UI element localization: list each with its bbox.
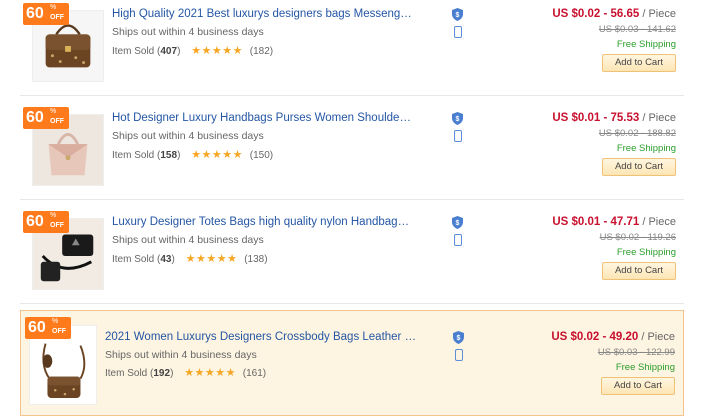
original-price: US $0.02 - 188.82 bbox=[598, 128, 676, 139]
svg-text:$: $ bbox=[456, 220, 460, 227]
sold-close: ) bbox=[177, 46, 181, 57]
sold-close: ) bbox=[177, 150, 181, 161]
add-to-cart-button[interactable]: Add to Cart bbox=[602, 262, 676, 280]
sold-count: 192 bbox=[153, 368, 171, 379]
original-price: US $0.03 - 141.62 bbox=[598, 24, 676, 35]
price-unit: / Piece bbox=[642, 216, 676, 228]
discount-off: OFF bbox=[50, 14, 64, 21]
sold-count: 43 bbox=[160, 254, 172, 265]
svg-text:$: $ bbox=[456, 116, 460, 123]
discount-badge: 60 % OFF bbox=[23, 3, 69, 25]
price-range: US $0.01 - 75.53 / Piece bbox=[552, 112, 676, 124]
original-price: US $0.03 - 122.99 bbox=[597, 347, 675, 358]
discount-percent: % bbox=[50, 108, 57, 115]
product-row-highlighted: 60 % OFF 2021 Women Luxurys Designers Cr… bbox=[20, 310, 684, 416]
svg-text:$: $ bbox=[457, 335, 461, 342]
sold-info: Item Sold (158) ★★★★★ (150) bbox=[112, 148, 273, 161]
price-range: US $0.02 - 56.65 / Piece bbox=[552, 8, 676, 20]
review-count[interactable]: (138) bbox=[244, 254, 267, 265]
price-amount: US $0.02 - 49.20 bbox=[551, 331, 639, 343]
feature-icons: $ bbox=[452, 112, 464, 142]
review-count[interactable]: (182) bbox=[250, 46, 273, 57]
shipping-info: Ships out within 4 business days bbox=[112, 26, 264, 38]
add-to-cart-button[interactable]: Add to Cart bbox=[602, 54, 676, 72]
shipping-info: Ships out within 4 business days bbox=[112, 234, 264, 246]
product-row: 60 % OFF Luxury Designer Totes Bags high… bbox=[20, 208, 684, 304]
rating-stars: ★★★★★ bbox=[191, 149, 243, 161]
sold-count: 407 bbox=[160, 46, 178, 57]
sold-label: Item Sold bbox=[112, 254, 155, 265]
add-to-cart-button[interactable]: Add to Cart bbox=[601, 377, 675, 395]
shield-icon[interactable]: $ bbox=[453, 331, 464, 344]
price-amount: US $0.01 - 75.53 bbox=[552, 112, 640, 124]
mobile-icon[interactable] bbox=[455, 349, 463, 361]
feature-icons: $ bbox=[452, 8, 464, 38]
mobile-icon[interactable] bbox=[454, 26, 462, 38]
shield-icon[interactable]: $ bbox=[452, 8, 463, 21]
price-unit: / Piece bbox=[642, 112, 676, 124]
free-shipping: Free Shipping bbox=[616, 143, 676, 154]
discount-number: 60 bbox=[28, 319, 46, 336]
product-title-link[interactable]: High Quality 2021 Best luxurys designers… bbox=[112, 8, 412, 20]
product-title-link[interactable]: Luxury Designer Totes Bags high quality … bbox=[112, 216, 412, 228]
discount-badge: 60 % OFF bbox=[23, 107, 69, 129]
svg-text:$: $ bbox=[456, 12, 460, 19]
rating-stars: ★★★★★ bbox=[191, 45, 243, 57]
sold-label: Item Sold bbox=[112, 150, 155, 161]
price-unit: / Piece bbox=[642, 8, 676, 20]
discount-off: OFF bbox=[50, 118, 64, 125]
rating-stars: ★★★★★ bbox=[184, 367, 236, 379]
product-title-link[interactable]: Hot Designer Luxury Handbags Purses Wome… bbox=[112, 112, 412, 124]
discount-badge: 60 % OFF bbox=[25, 317, 71, 339]
free-shipping: Free Shipping bbox=[616, 247, 676, 258]
sold-close: ) bbox=[171, 254, 175, 265]
free-shipping: Free Shipping bbox=[616, 39, 676, 50]
discount-percent: % bbox=[52, 318, 59, 325]
discount-percent: % bbox=[50, 212, 57, 219]
shipping-info: Ships out within 4 business days bbox=[105, 349, 257, 361]
product-title-link[interactable]: 2021 Women Luxurys Designers Crossbody B… bbox=[105, 331, 423, 343]
discount-off: OFF bbox=[50, 222, 64, 229]
original-price: US $0.02 - 119.26 bbox=[599, 232, 676, 243]
price-range: US $0.02 - 49.20 / Piece bbox=[551, 331, 675, 343]
sold-label: Item Sold bbox=[105, 368, 148, 379]
sold-info: Item Sold (192) ★★★★★ (161) bbox=[105, 366, 266, 379]
sold-count: 158 bbox=[160, 150, 178, 161]
review-count[interactable]: (161) bbox=[243, 368, 266, 379]
shield-icon[interactable]: $ bbox=[452, 112, 463, 125]
sold-label: Item Sold bbox=[112, 46, 155, 57]
feature-icons: $ bbox=[452, 216, 464, 246]
free-shipping: Free Shipping bbox=[615, 362, 675, 373]
price-amount: US $0.02 - 56.65 bbox=[552, 8, 640, 20]
discount-off: OFF bbox=[52, 328, 66, 335]
mobile-icon[interactable] bbox=[454, 130, 462, 142]
shield-icon[interactable]: $ bbox=[452, 216, 463, 229]
product-row: 60 % OFF Hot Designer Luxury Handbags Pu… bbox=[20, 104, 684, 200]
mobile-icon[interactable] bbox=[454, 234, 462, 246]
discount-number: 60 bbox=[26, 109, 44, 126]
discount-number: 60 bbox=[26, 213, 44, 230]
shipping-info: Ships out within 4 business days bbox=[112, 130, 264, 142]
price-amount: US $0.01 - 47.71 bbox=[552, 216, 640, 228]
review-count[interactable]: (150) bbox=[250, 150, 273, 161]
sold-close: ) bbox=[170, 368, 174, 379]
add-to-cart-button[interactable]: Add to Cart bbox=[602, 158, 676, 176]
price-unit: / Piece bbox=[641, 331, 675, 343]
feature-icons: $ bbox=[453, 331, 465, 361]
sold-info: Item Sold (43) ★★★★★ (138) bbox=[112, 252, 268, 265]
rating-stars: ★★★★★ bbox=[185, 253, 238, 265]
discount-percent: % bbox=[50, 4, 57, 11]
discount-number: 60 bbox=[26, 5, 44, 22]
product-row: 60 % OFF High Quality 2021 Best luxurys … bbox=[20, 0, 684, 96]
discount-badge: 60 % OFF bbox=[23, 211, 69, 233]
sold-info: Item Sold (407) ★★★★★ (182) bbox=[112, 44, 273, 57]
price-range: US $0.01 - 47.71 / Piece bbox=[552, 216, 676, 228]
